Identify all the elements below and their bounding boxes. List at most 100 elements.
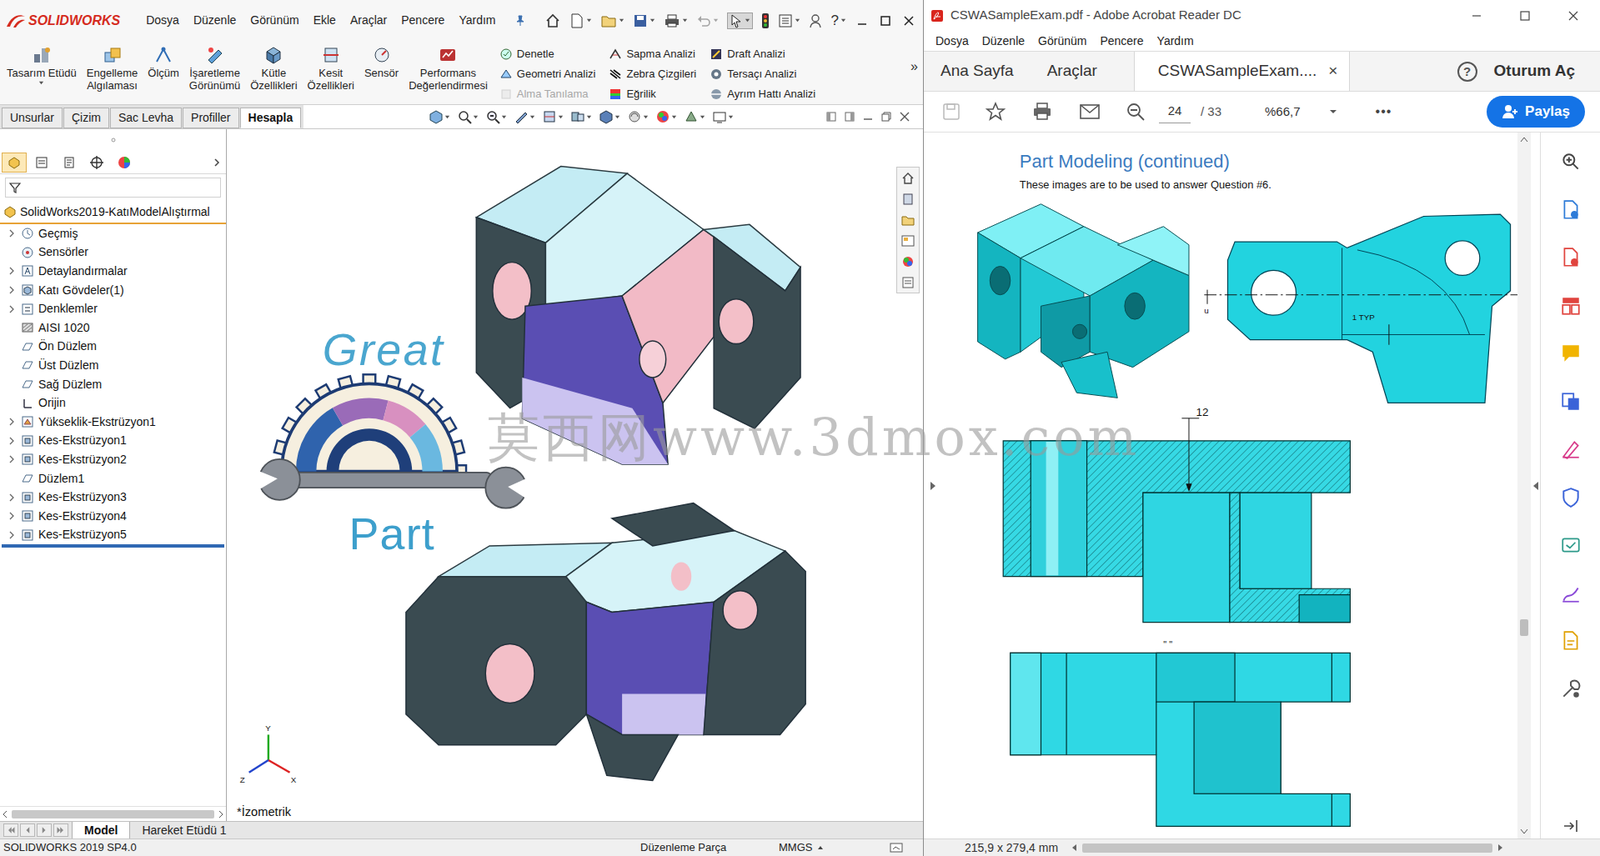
- menu-item[interactable]: Görünüm: [249, 11, 300, 30]
- model-tab[interactable]: Model: [71, 822, 131, 839]
- maximize-icon[interactable]: [1519, 10, 1530, 21]
- dropdown-icon[interactable]: [699, 114, 706, 121]
- tool-shortcut-icon[interactable]: [1559, 246, 1582, 269]
- zoom-out-icon[interactable]: [1125, 101, 1146, 122]
- command-tab[interactable]: Hesapla: [240, 107, 302, 129]
- view-tool-icon[interactable]: [485, 109, 501, 125]
- dropdown-icon[interactable]: [794, 17, 801, 24]
- ribbon-small-button[interactable]: Geometri Analizi: [499, 65, 597, 84]
- ribbon-small-button[interactable]: Tersaçı Analizi: [709, 65, 816, 84]
- dropdown-icon[interactable]: [682, 17, 688, 24]
- tree-item[interactable]: Kes-Ekstrüzyon3: [0, 487, 226, 507]
- view-tool-icon[interactable]: [541, 109, 557, 125]
- menu-item[interactable]: Dosya: [145, 11, 181, 30]
- minimize-icon[interactable]: [1471, 10, 1482, 21]
- command-tab[interactable]: Unsurlar: [1, 107, 63, 129]
- scroll-thumb[interactable]: [1519, 619, 1529, 637]
- save-icon[interactable]: [632, 13, 648, 29]
- tab-navigation-icon[interactable]: [55, 825, 66, 836]
- task-pane-icon[interactable]: [900, 233, 916, 249]
- maximize-icon[interactable]: [879, 15, 892, 27]
- tree-item[interactable]: Düzlem1: [0, 469, 226, 489]
- close-icon[interactable]: [1568, 10, 1579, 21]
- menu-item[interactable]: Pencere: [400, 11, 446, 30]
- tree-item[interactable]: Katı Gövdeler(1): [0, 280, 226, 301]
- expander[interactable]: [8, 266, 17, 276]
- view-tool-icon[interactable]: [570, 109, 586, 125]
- dropdown-icon[interactable]: [444, 114, 451, 121]
- rollback-bar[interactable]: [1, 544, 225, 548]
- close-icon[interactable]: [899, 111, 910, 122]
- panel-tab-icon[interactable]: [34, 155, 50, 171]
- tree-item[interactable]: Sağ Düzlem: [0, 375, 226, 395]
- app-tab[interactable]: Araçlar: [1030, 51, 1114, 91]
- help-button[interactable]: ?: [830, 10, 838, 32]
- expander[interactable]: [8, 511, 17, 521]
- dropdown-icon[interactable]: [614, 114, 621, 121]
- graphics-area-canvas[interactable]: GreatPartYZX*İzometrik: [226, 129, 923, 822]
- help-button[interactable]: ?: [1457, 61, 1478, 82]
- tree-item[interactable]: Sensörler: [0, 243, 226, 263]
- more-tools-button[interactable]: •••: [1375, 101, 1393, 122]
- menu-item[interactable]: Pencere: [1099, 32, 1144, 51]
- sign-in-button[interactable]: Oturum Aç: [1494, 59, 1575, 84]
- home-icon[interactable]: [544, 12, 562, 30]
- dropdown-icon[interactable]: [586, 114, 592, 121]
- dropdown-icon[interactable]: [472, 114, 479, 121]
- task-pane-icon[interactable]: [900, 212, 916, 228]
- task-pane-icon[interactable]: [900, 191, 916, 207]
- graphics-area[interactable]: GreatPartYZX*İzometrik: [226, 129, 923, 822]
- tool-shortcut-icon[interactable]: [1559, 391, 1582, 413]
- close-icon[interactable]: [902, 15, 915, 27]
- tool-shortcut-icon[interactable]: [1559, 438, 1582, 461]
- panel-tab-icon[interactable]: [116, 155, 132, 171]
- panel-tab-icon[interactable]: [61, 155, 77, 171]
- ribbon-small-button[interactable]: Zebra Çizgileri: [608, 65, 697, 84]
- expander[interactable]: [8, 493, 17, 502]
- ribbon-button[interactable]: KütleÖzellikleri: [245, 45, 302, 92]
- dropdown-icon[interactable]: [618, 17, 625, 24]
- expander[interactable]: [8, 417, 17, 427]
- view-tool-icon[interactable]: [712, 109, 728, 125]
- horizontal-scrollbar[interactable]: [1070, 843, 1505, 853]
- horizontal-scrollbar[interactable]: [0, 806, 226, 822]
- print-icon[interactable]: [663, 13, 681, 29]
- filter-field[interactable]: [5, 177, 221, 198]
- options-icon[interactable]: [777, 13, 793, 29]
- tree-item[interactable]: Kes-Ekstrüzyon5: [0, 526, 226, 546]
- pin-icon[interactable]: [514, 15, 527, 27]
- zoom-selector[interactable]: %66,7: [1264, 102, 1338, 122]
- dropdown-icon[interactable]: [557, 114, 564, 121]
- tree-item[interactable]: Detaylandırmalar: [0, 261, 226, 281]
- tab-navigation-icon[interactable]: [5, 825, 16, 836]
- app-tab[interactable]: CSWASampleExam....×: [1133, 51, 1351, 91]
- dropdown-icon[interactable]: [38, 80, 45, 86]
- view-tool-icon[interactable]: [683, 109, 699, 125]
- menu-item[interactable]: Ekle: [312, 11, 337, 30]
- status-tools-icon[interactable]: [889, 842, 903, 854]
- tree-item[interactable]: AISI 1020: [0, 318, 226, 338]
- view-tool-icon[interactable]: [456, 109, 472, 125]
- ribbon-button[interactable]: Tasarım Etüdü: [1, 45, 82, 86]
- ribbon-more-button[interactable]: »: [910, 56, 918, 77]
- rebuild-icon[interactable]: [761, 12, 770, 30]
- minimize-icon[interactable]: [856, 15, 868, 27]
- new-document-icon[interactable]: [569, 12, 585, 30]
- app-tab[interactable]: Ana Sayfa: [923, 51, 1031, 91]
- menu-item[interactable]: Araçlar: [349, 11, 388, 30]
- minimize-icon[interactable]: [862, 111, 873, 122]
- dropdown-icon[interactable]: [649, 17, 656, 24]
- tile-right-icon[interactable]: [844, 111, 855, 122]
- user-icon[interactable]: [808, 13, 823, 29]
- tool-shortcut-icon[interactable]: [1559, 486, 1582, 509]
- view-tool-icon[interactable]: [655, 109, 671, 125]
- collapse-tools-icon[interactable]: [1562, 818, 1580, 834]
- open-folder-icon[interactable]: [600, 13, 617, 29]
- tree-item[interactable]: Denklemler: [0, 299, 226, 319]
- tool-shortcut-icon[interactable]: [1559, 199, 1582, 221]
- menu-item[interactable]: Dosya: [935, 32, 969, 51]
- model-tab[interactable]: Hareket Etüdü 1: [130, 822, 238, 839]
- tool-shortcut-icon[interactable]: [1559, 582, 1582, 605]
- tree-item[interactable]: Kes-Ekstrüzyon4: [0, 506, 226, 527]
- panel-tab-icon[interactable]: [89, 155, 105, 171]
